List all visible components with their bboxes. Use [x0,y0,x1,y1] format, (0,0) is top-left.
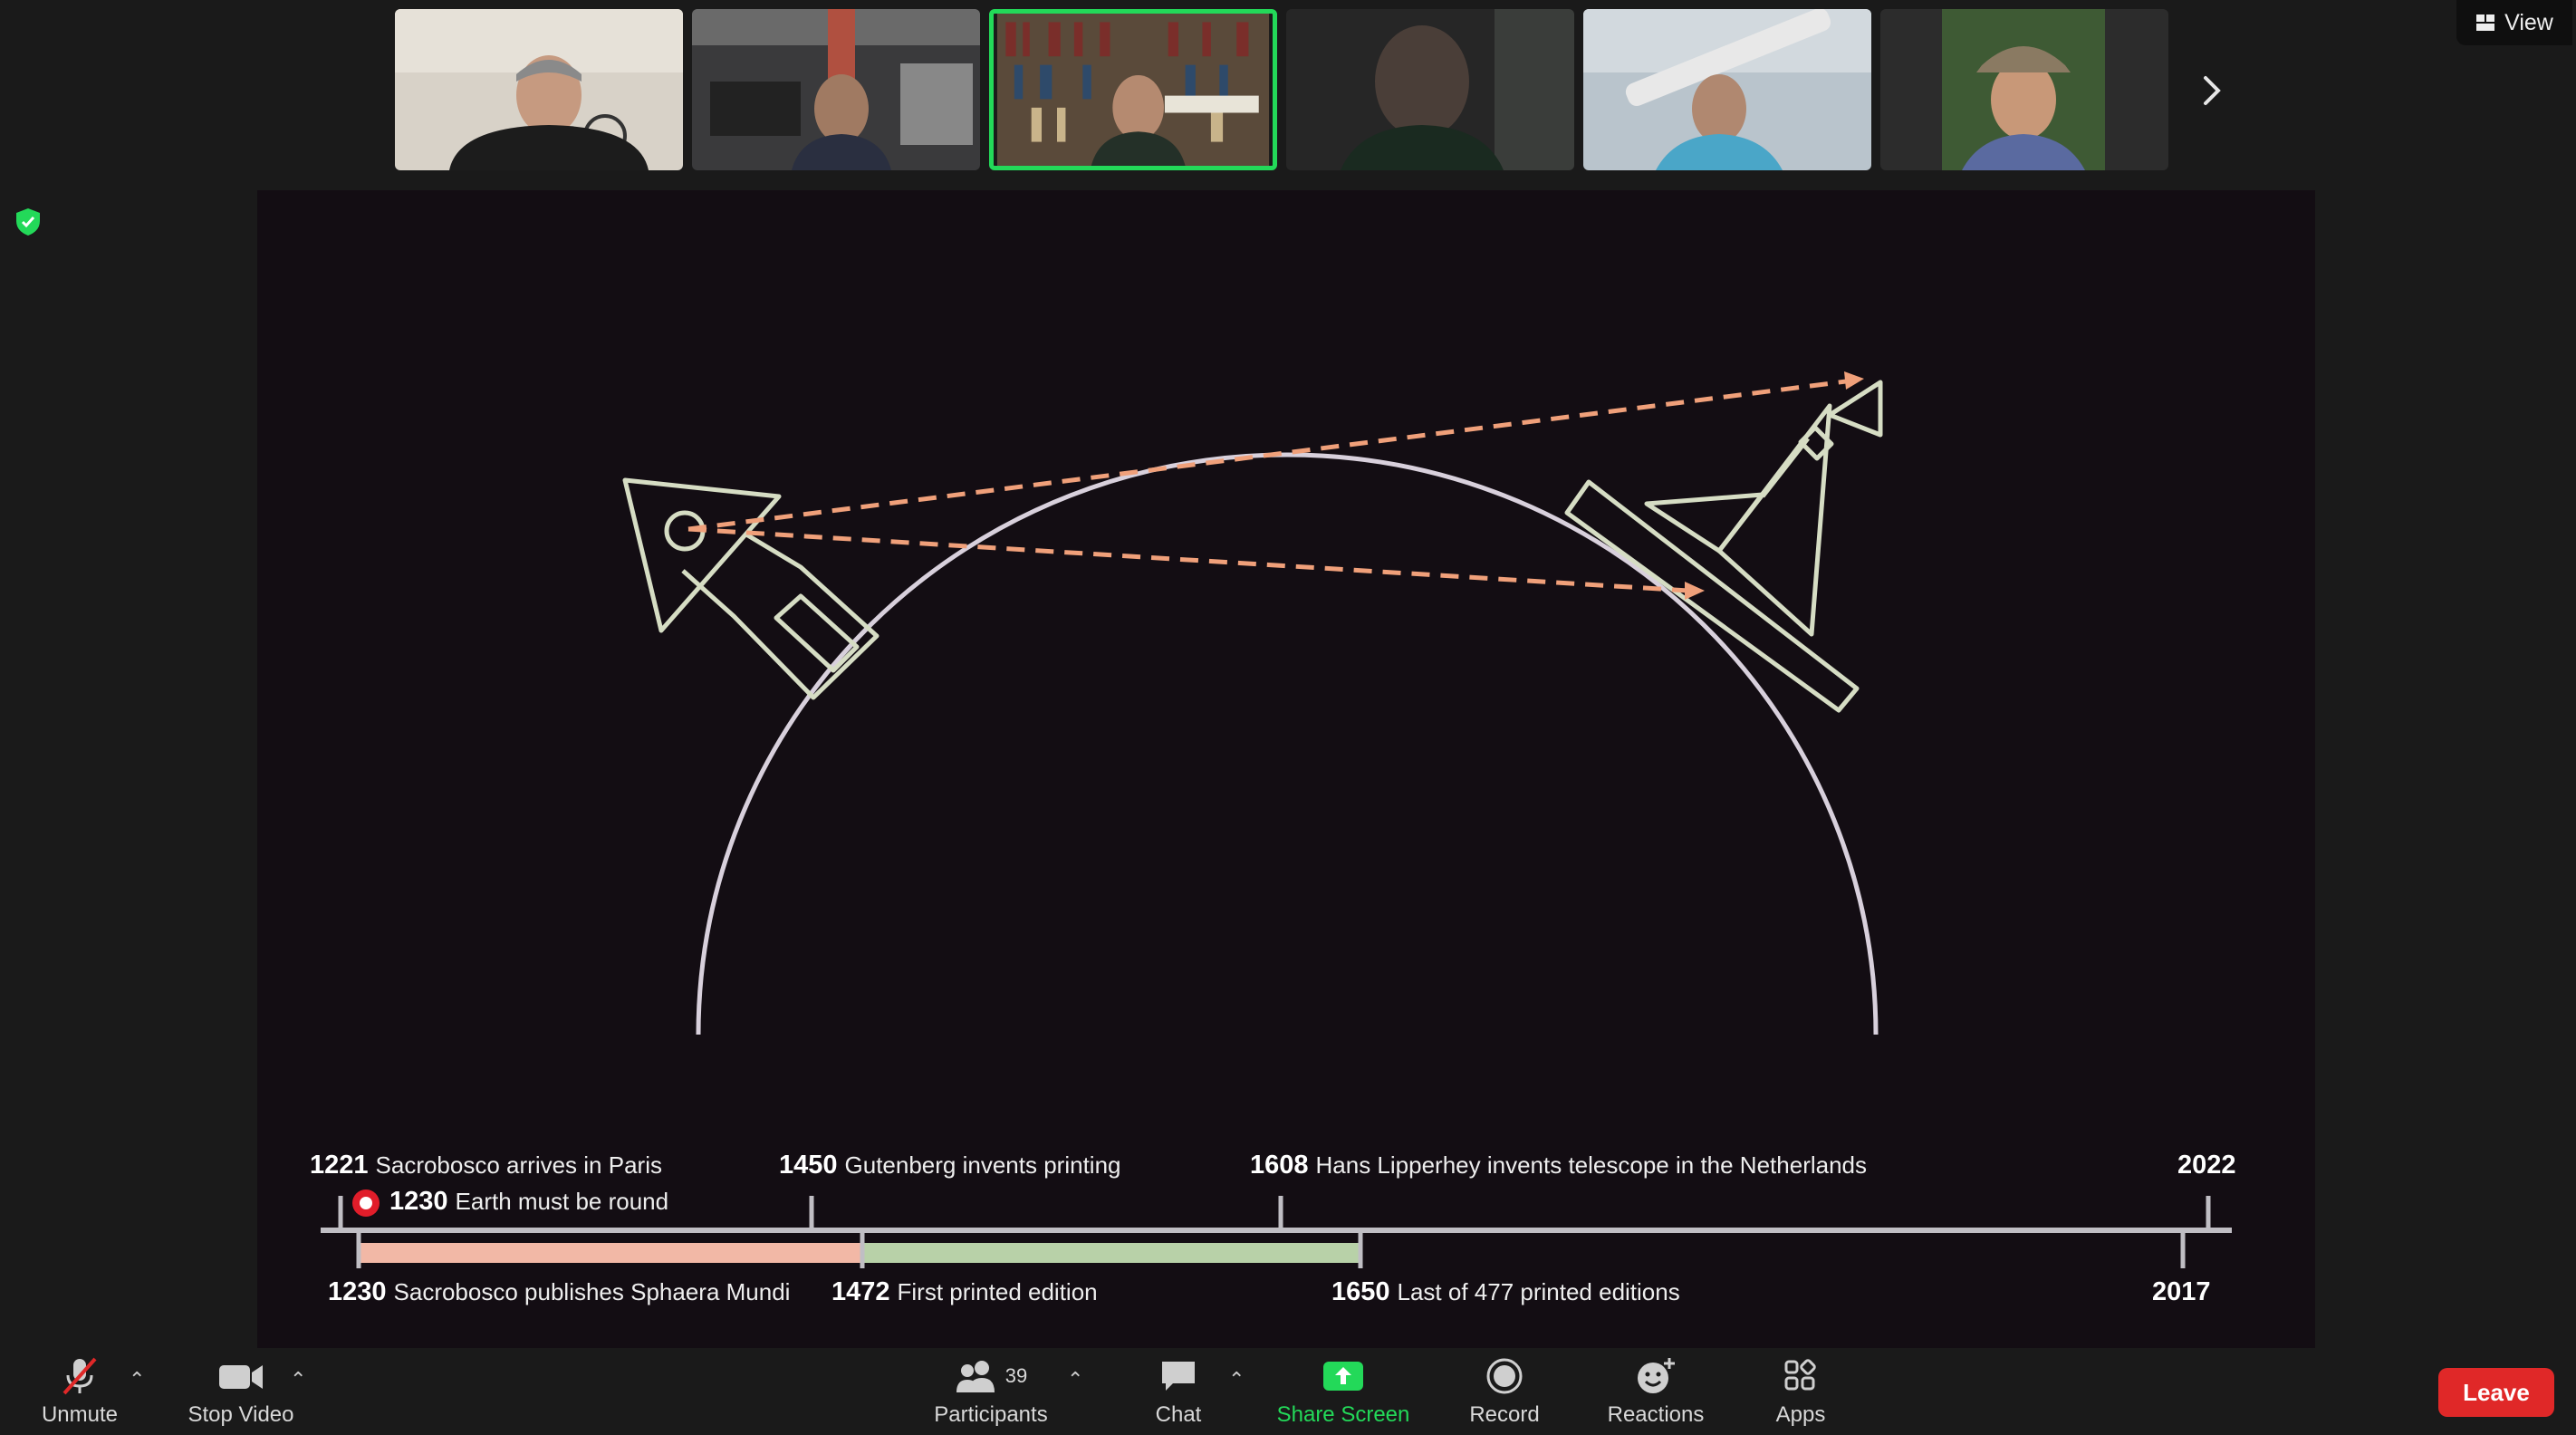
leave-meeting-button[interactable]: Leave [2438,1368,2554,1417]
chat-label: Chat [1155,1402,1202,1427]
timeline-span-printed [862,1243,1360,1263]
timeline-label-2022: 2022 [2177,1151,2236,1180]
shared-screen-slide: 1221 Sacrobosco arrives in Paris 1230 Eart… [257,190,2315,1348]
participant-video-3-image [996,14,1270,166]
participant-video-2-image [692,9,980,170]
timeline-label-1230-sphaera: 1230 Sacrobosco publishes Sphaera Mundi [328,1277,791,1306]
apps-grid-icon [1783,1353,1819,1399]
sight-arrowhead-upper [1844,371,1864,390]
sight-line-arrows [687,378,1854,593]
share-screen-button[interactable]: Share Screen [1268,1353,1418,1431]
grid-view-icon [2476,14,2495,31]
timeline-label-1221: 1221 Sacrobosco arrives in Paris [310,1151,662,1180]
participant-video-5-image [1583,9,1871,170]
reactions-label: Reactions [1607,1402,1705,1427]
participants-options-caret-icon[interactable]: ⌃ [1067,1368,1083,1392]
sight-arrowhead-lower [1685,582,1705,600]
timeline-label-1450: 1450 Gutenberg invents printing [779,1151,1121,1180]
encryption-shield-icon[interactable] [13,207,43,237]
participant-video-1-image [395,9,683,170]
share-screen-label: Share Screen [1276,1402,1410,1427]
timeline-label-2017: 2017 [2152,1277,2211,1306]
stop-video-label: Stop Video [187,1402,294,1427]
chat-options-caret-icon[interactable]: ⌃ [1228,1368,1245,1392]
video-options-caret-icon[interactable]: ⌃ [290,1368,306,1392]
share-screen-arrow-icon [1322,1353,1365,1399]
view-label: View [2504,9,2553,35]
apps-button[interactable]: Apps [1764,1353,1837,1431]
view-button[interactable]: View [2456,0,2572,45]
unmute-label: Unmute [41,1402,119,1427]
participant-video-3-active-speaker[interactable] [989,9,1277,170]
stop-video-button[interactable]: Stop Video [178,1353,304,1431]
participant-video-1[interactable] [395,9,683,170]
muted-microphone-icon [59,1353,101,1399]
record-button[interactable]: Record [1455,1353,1554,1431]
participant-video-4-image [1286,9,1574,170]
chat-button[interactable]: Chat [1138,1353,1219,1431]
meeting-toolbar: Unmute ⌃ Stop Video ⌃ 39 Participants ⌃ [0,1348,2576,1435]
participants-count: 39 [1004,1364,1028,1387]
participants-label: Participants [934,1402,1048,1427]
participant-video-6[interactable] [1880,9,2168,170]
video-camera-icon [217,1353,264,1399]
left-sighting-instrument [622,477,879,700]
participants-icon-group: 39 [955,1353,1027,1399]
timeline-label-1472: 1472 First printed edition [831,1277,1098,1306]
timeline-label-1650: 1650 Last of 477 printed editions [1331,1277,1680,1306]
participants-button[interactable]: 39 Participants [920,1353,1062,1431]
record-label: Record [1469,1402,1540,1427]
chat-bubble-icon [1158,1353,1198,1399]
participant-video-5[interactable] [1583,9,1871,170]
participant-video-6-image [1880,9,2168,170]
next-page-chevron-icon[interactable] [2194,63,2230,118]
unmute-button[interactable]: Unmute [27,1353,132,1431]
timeline-span-manuscript [359,1243,862,1263]
reactions-button[interactable]: Reactions [1600,1353,1712,1431]
timeline-label-1230-earth-round: 1230 Earth must be round [389,1187,669,1216]
smiley-plus-icon [1635,1353,1677,1399]
record-icon [1485,1353,1523,1399]
participants-icon [956,1361,995,1392]
participant-video-4[interactable] [1286,9,1574,170]
participant-video-2[interactable] [692,9,980,170]
right-sighting-instrument [1564,380,1883,713]
apps-label: Apps [1775,1402,1826,1427]
participant-strip: View [0,0,2576,181]
audio-options-caret-icon[interactable]: ⌃ [129,1368,145,1392]
timeline-label-1608: 1608 Hans Lipperhey invents telescope in … [1250,1151,1868,1180]
